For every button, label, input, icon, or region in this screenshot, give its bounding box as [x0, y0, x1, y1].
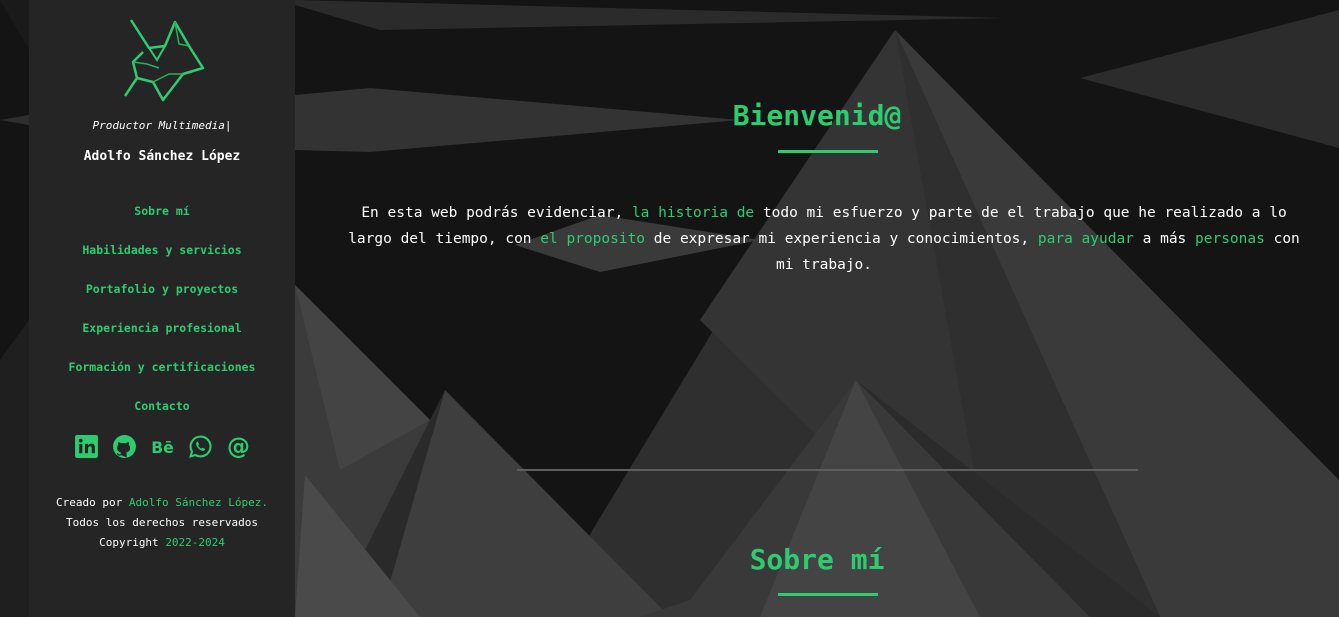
social-links: Bē @ [29, 434, 295, 459]
copyright-line: Copyright 2022-2024 [29, 533, 295, 553]
about-title-underline [778, 593, 878, 596]
sidebar-nav: Sobre mí Habilidades y servicios Portafo… [29, 203, 295, 437]
nav-item-experiencia[interactable]: Experiencia profesional [29, 320, 295, 359]
github-icon[interactable] [112, 434, 137, 459]
intro-text-part: a más [1133, 230, 1196, 247]
welcome-title: Bienvenid@ [732, 99, 902, 132]
copyright-label: Copyright [99, 536, 166, 549]
main-content: Bienvenid@ En esta web podrás evidenciar… [295, 0, 1339, 617]
rights-line: Todos los derechos reservados [65, 516, 259, 529]
whatsapp-icon[interactable] [188, 434, 213, 459]
intro-highlight: para ayudar [1037, 230, 1134, 247]
created-by-line: Creado por Adolfo Sánchez López. [29, 493, 295, 513]
intro-highlight: el proposito [540, 230, 646, 247]
author-credit-link[interactable]: Adolfo Sánchez López. [129, 496, 268, 509]
created-by-label: Creado por [56, 496, 129, 509]
welcome-intro-text: En esta web podrás evidenciar, la histor… [341, 200, 1307, 278]
intro-highlight: personas [1195, 230, 1265, 247]
email-at-icon[interactable]: @ [226, 434, 251, 459]
role-subtitle: Productor Multimedia| [92, 119, 232, 132]
intro-text-part: de expresar mi experiencia y conocimient… [645, 230, 1038, 247]
section-divider [517, 469, 1138, 471]
author-name: Adolfo Sánchez López [83, 149, 241, 164]
svg-text:@: @ [227, 434, 250, 459]
nav-item-contacto[interactable]: Contacto [29, 398, 295, 437]
wolf-logo-icon[interactable] [119, 16, 205, 102]
nav-item-habilidades[interactable]: Habilidades y servicios [29, 242, 295, 281]
welcome-title-underline [778, 150, 878, 153]
svg-text:Bē: Bē [151, 439, 173, 457]
copyright-years: 2022-2024 [165, 536, 225, 549]
nav-item-sobre-mi[interactable]: Sobre mí [29, 203, 295, 242]
sidebar: Productor Multimedia| Adolfo Sánchez Lóp… [29, 0, 295, 617]
nav-item-formacion[interactable]: Formación y certificaciones [29, 359, 295, 398]
intro-highlight: la historia de [631, 204, 755, 221]
linkedin-icon[interactable] [74, 434, 99, 459]
intro-text-part: En esta web podrás evidenciar, [361, 204, 632, 221]
behance-icon[interactable]: Bē [150, 434, 175, 459]
about-title: Sobre mí [749, 543, 885, 576]
nav-item-portafolio[interactable]: Portafolio y proyectos [29, 281, 295, 320]
footer-credits: Creado por Adolfo Sánchez López. Todos l… [29, 493, 295, 553]
